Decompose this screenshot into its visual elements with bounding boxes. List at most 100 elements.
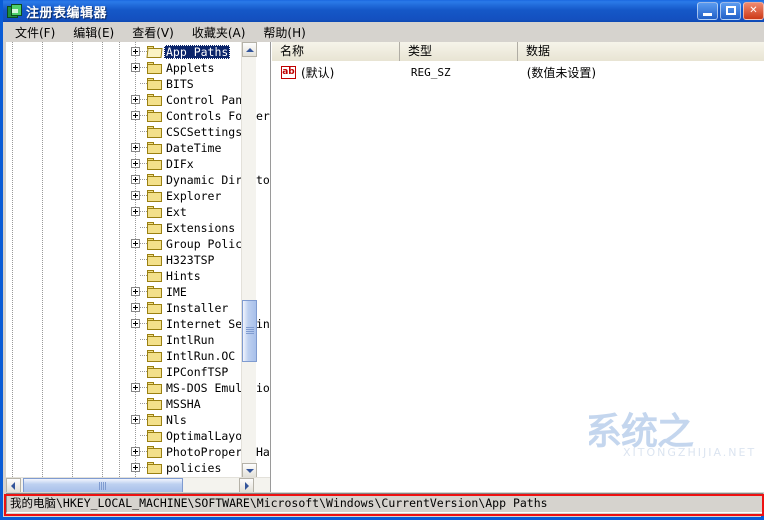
- scroll-left-button[interactable]: [6, 478, 21, 492]
- menu-edit[interactable]: 编辑(E): [64, 22, 123, 43]
- menu-view[interactable]: 查看(V): [123, 22, 183, 43]
- tree-item-intlrun-oc[interactable]: IntlRun.OC: [6, 348, 256, 364]
- tree-connector: [140, 227, 147, 228]
- watermark-subtext: XITONGZHIJIA.NET: [623, 446, 757, 459]
- table-row[interactable]: ab (默认) REG_SZ (数值未设置): [272, 64, 764, 81]
- tree-connector: [140, 371, 147, 372]
- tree-item-photopropertyha[interactable]: PhotoPropertyHa: [6, 444, 270, 460]
- expand-icon[interactable]: [131, 239, 140, 248]
- tree-item-cscsettings[interactable]: CSCSettings: [6, 124, 256, 140]
- tree-item-extensions[interactable]: Extensions: [6, 220, 256, 236]
- tree-item-ime[interactable]: IME: [6, 284, 256, 300]
- menu-help[interactable]: 帮助(H): [254, 22, 314, 43]
- folder-icon: [147, 222, 163, 235]
- tree-item-label: MSSHA: [166, 397, 201, 411]
- tree-item-label: App Paths: [164, 45, 231, 59]
- tree-connector: [140, 275, 147, 276]
- menu-file[interactable]: 文件(F): [6, 22, 64, 43]
- tree-item-app-paths[interactable]: App Paths: [6, 44, 256, 60]
- tree-item-ipconftsp[interactable]: IPConfTSP: [6, 364, 256, 380]
- title-bar: 注册表编辑器 ✕: [3, 0, 764, 22]
- tree-item-explorer[interactable]: Explorer: [6, 188, 256, 204]
- expand-icon[interactable]: [131, 111, 140, 120]
- expand-icon[interactable]: [131, 63, 140, 72]
- expand-icon[interactable]: [131, 447, 140, 456]
- menu-favorites[interactable]: 收藏夹(A): [183, 22, 255, 43]
- tree-item-nls[interactable]: Nls: [6, 412, 256, 428]
- tree-horizontal-scrollbar[interactable]: [6, 477, 270, 492]
- window-controls: ✕: [697, 2, 764, 20]
- tree-connector: [140, 163, 147, 164]
- tree-item-intlrun[interactable]: IntlRun: [6, 332, 256, 348]
- column-header-type[interactable]: 类型: [400, 42, 518, 61]
- expand-icon[interactable]: [131, 143, 140, 152]
- tree-item-mssha[interactable]: MSSHA: [6, 396, 256, 412]
- folder-icon: [147, 462, 163, 475]
- folder-icon: [147, 126, 163, 139]
- tree-item-dynamic-directo[interactable]: Dynamic Directo: [6, 172, 270, 188]
- expand-icon[interactable]: [131, 191, 140, 200]
- expand-icon[interactable]: [131, 207, 140, 216]
- menu-bar: 文件(F) 编辑(E) 查看(V) 收藏夹(A) 帮助(H): [6, 22, 764, 43]
- tree-connector: [140, 387, 147, 388]
- registry-tree-list[interactable]: App Paths Applets BITS Control Panel Control…: [6, 44, 270, 476]
- tree-connector: [140, 243, 147, 244]
- tree-item-controls-folder[interactable]: Controls Folder: [6, 108, 270, 124]
- tree-vertical-scrollbar[interactable]: [241, 42, 257, 478]
- expand-icon[interactable]: [131, 287, 140, 296]
- folder-icon: [147, 110, 163, 123]
- tree-item-installer[interactable]: Installer: [6, 300, 256, 316]
- tree-item-h323tsp[interactable]: H323TSP: [6, 252, 256, 268]
- folder-icon: [147, 174, 163, 187]
- expand-icon[interactable]: [131, 463, 140, 472]
- tree-item-control-panel[interactable]: Control Panel: [6, 92, 256, 108]
- expand-icon[interactable]: [131, 319, 140, 328]
- folder-icon: [147, 286, 163, 299]
- column-header-name[interactable]: 名称: [272, 42, 400, 61]
- tree-item-label: Ext: [166, 205, 187, 219]
- tree-item-datetime[interactable]: DateTime: [6, 140, 256, 156]
- folder-icon: [147, 254, 163, 267]
- vertical-scroll-thumb[interactable]: [242, 300, 257, 362]
- registry-values-pane[interactable]: 名称 类型 数据 ab (默认) REG_SZ (数值未设置) 系统之 XITO…: [272, 42, 764, 492]
- tree-item-bits[interactable]: BITS: [6, 76, 256, 92]
- tree-item-label: IPConfTSP: [166, 365, 229, 379]
- tree-connector: [140, 467, 147, 468]
- expand-icon[interactable]: [131, 95, 140, 104]
- tree-item-optimallayout[interactable]: OptimalLayout: [6, 428, 256, 444]
- tree-item-policies[interactable]: policies: [6, 460, 256, 476]
- scroll-right-button[interactable]: [239, 478, 254, 492]
- minimize-button[interactable]: [697, 2, 718, 20]
- tree-connector: [140, 83, 147, 84]
- tree-item-group-policy[interactable]: Group Policy: [6, 236, 256, 252]
- column-header-data[interactable]: 数据: [518, 42, 764, 61]
- scroll-down-button[interactable]: [242, 463, 257, 478]
- tree-item-label: BITS: [166, 77, 194, 91]
- tree-item-difx[interactable]: DIFx: [6, 156, 256, 172]
- tree-item-applets[interactable]: Applets: [6, 60, 256, 76]
- tree-item-internet-settin[interactable]: Internet Settin: [6, 316, 270, 332]
- tree-item-label: DIFx: [166, 157, 194, 171]
- folder-icon: [147, 94, 163, 107]
- value-type: REG_SZ: [410, 66, 451, 79]
- expand-icon[interactable]: [131, 47, 140, 56]
- registry-editor-icon: [6, 3, 22, 19]
- horizontal-scroll-thumb[interactable]: [23, 478, 183, 492]
- tree-item-label: DateTime: [166, 141, 222, 155]
- expand-icon[interactable]: [131, 159, 140, 168]
- expand-icon[interactable]: [131, 383, 140, 392]
- folder-icon: [147, 142, 163, 155]
- status-bar: 我的电脑\HKEY_LOCAL_MACHINE\SOFTWARE\Microso…: [6, 492, 764, 514]
- tree-item-ext[interactable]: Ext: [6, 204, 256, 220]
- tree-item-ms-dos-emulatio[interactable]: MS-DOS Emulatio: [6, 380, 270, 396]
- tree-item-hints[interactable]: Hints: [6, 268, 256, 284]
- close-button[interactable]: ✕: [743, 2, 764, 20]
- scroll-up-button[interactable]: [242, 42, 257, 57]
- site-watermark: 系统之 XITONGZHIJIA.NET: [589, 397, 761, 467]
- expand-icon[interactable]: [131, 175, 140, 184]
- folder-icon: [147, 190, 163, 203]
- maximize-button[interactable]: [720, 2, 741, 20]
- expand-icon[interactable]: [131, 415, 140, 424]
- registry-tree-pane[interactable]: App Paths Applets BITS Control Panel Control…: [6, 42, 271, 492]
- expand-icon[interactable]: [131, 303, 140, 312]
